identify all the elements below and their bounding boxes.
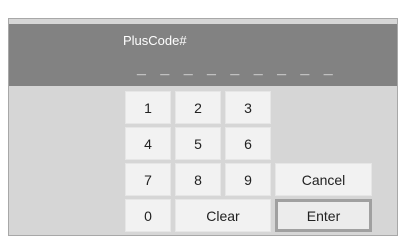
dialog-title: PlusCode#: [123, 33, 187, 48]
enter-button[interactable]: Enter: [275, 199, 372, 232]
key-8-button[interactable]: 8: [175, 163, 221, 196]
key-4-button[interactable]: 4: [125, 127, 171, 160]
pluscode-dialog: PlusCode# _ _ _ _ _ _ _ _ _ 1 2 3 4 5 6 …: [8, 18, 398, 236]
clear-button[interactable]: Clear: [175, 199, 271, 232]
key-6-button[interactable]: 6: [225, 127, 271, 160]
key-7-button[interactable]: 7: [125, 163, 171, 196]
key-1-button[interactable]: 1: [125, 91, 171, 124]
key-2-button[interactable]: 2: [175, 91, 221, 124]
dialog-header: PlusCode# _ _ _ _ _ _ _ _ _: [9, 24, 397, 86]
key-3-button[interactable]: 3: [225, 91, 271, 124]
key-5-button[interactable]: 5: [175, 127, 221, 160]
cancel-button[interactable]: Cancel: [275, 163, 372, 196]
code-entry-field: _ _ _ _ _ _ _ _ _: [137, 60, 338, 77]
key-0-button[interactable]: 0: [125, 199, 171, 232]
key-9-button[interactable]: 9: [225, 163, 271, 196]
